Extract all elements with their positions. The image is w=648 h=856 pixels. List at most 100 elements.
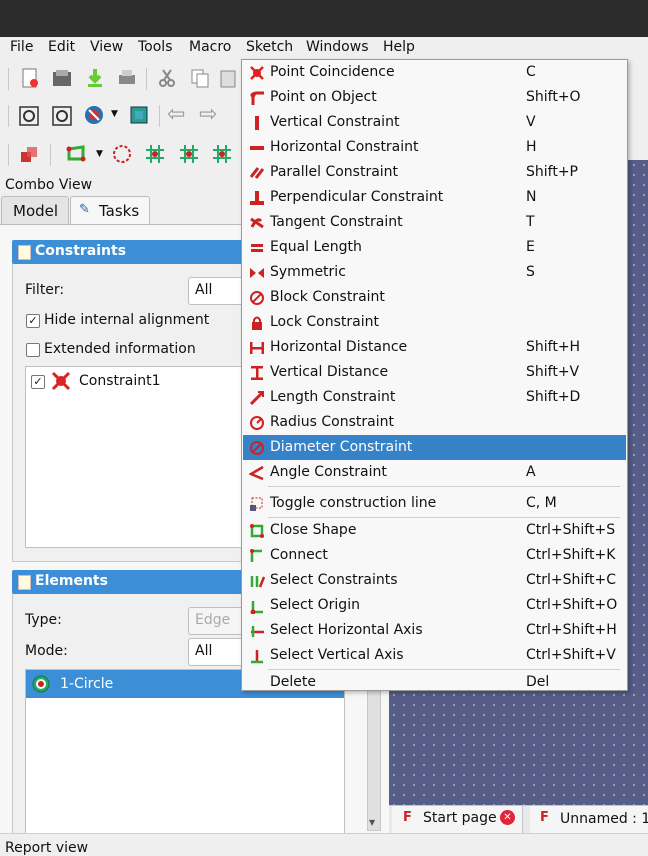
menu-item-shortcut: Shift+V — [526, 364, 580, 380]
menu-item-select-constraints[interactable]: Select Constraints Ctrl+Shift+C — [243, 568, 626, 593]
scroll-down-icon[interactable]: ▼ — [369, 818, 375, 827]
menu-item-point-coincidence[interactable]: Point Coincidence C — [243, 60, 626, 85]
save-icon[interactable] — [84, 67, 106, 89]
constraints-header[interactable]: Constraints — [12, 240, 262, 264]
select-horizontal-axis-icon — [251, 626, 264, 637]
chevron-down-icon[interactable]: ▼ — [111, 109, 118, 119]
polyline-icon[interactable] — [65, 143, 87, 165]
menu-view[interactable]: View — [90, 39, 123, 55]
grid-toggle-icon[interactable] — [211, 143, 233, 165]
document-icon — [18, 245, 31, 260]
menu-tools[interactable]: Tools — [138, 39, 173, 55]
tab-tasks[interactable]: ✎ Tasks — [70, 196, 150, 225]
select-origin-icon — [250, 601, 263, 614]
construction-geometry-icon[interactable] — [111, 143, 133, 165]
menu-item-horizontal-distance[interactable]: Horizontal Distance Shift+H — [243, 335, 626, 360]
window-titlebar — [0, 0, 648, 37]
list-item[interactable]: ✓ Constraint1 — [26, 367, 248, 395]
menu-item-parallel-constraint[interactable]: Parallel Constraint Shift+P — [243, 160, 626, 185]
menu-item-angle-constraint[interactable]: Angle Constraint A — [243, 460, 626, 485]
draw-style-icon[interactable] — [83, 104, 105, 126]
cut-icon[interactable] — [156, 67, 178, 89]
menu-item-shortcut: E — [526, 239, 535, 255]
menu-item-label: Block Constraint — [270, 289, 385, 305]
menu-item-label: Length Constraint — [270, 389, 396, 405]
elements-header-label: Elements — [35, 573, 108, 589]
menu-item-tangent-constraint[interactable]: Tangent Constraint T — [243, 210, 626, 235]
length-constraint-icon — [249, 391, 264, 406]
menu-item-radius-constraint[interactable]: Radius Constraint — [243, 410, 626, 435]
tab-start-page[interactable]: F Start page ✕ — [392, 806, 523, 833]
constraint-visibility-checkbox[interactable]: ✓ — [31, 375, 45, 389]
menu-item-symmetric[interactable]: Symmetric S — [243, 260, 626, 285]
menu-item-shortcut: Ctrl+Shift+S — [526, 522, 616, 538]
constraints-header-label: Constraints — [35, 243, 127, 259]
copy-icon[interactable] — [189, 67, 211, 89]
menu-sketch[interactable]: Sketch — [246, 39, 293, 55]
close-icon[interactable]: ✕ — [500, 810, 515, 825]
menu-item-select-horizontal-axis[interactable]: Select Horizontal Axis Ctrl+Shift+H — [243, 618, 626, 643]
menu-help[interactable]: Help — [383, 39, 415, 55]
menu-item-label: Vertical Distance — [270, 364, 389, 380]
menu-macro[interactable]: Macro — [189, 39, 231, 55]
menu-item-block-constraint[interactable]: Block Constraint — [243, 285, 626, 310]
sketch-view-section-icon[interactable] — [18, 144, 40, 166]
menu-item-close-shape[interactable]: Close Shape Ctrl+Shift+S — [243, 518, 626, 543]
point-coincidence-icon — [51, 371, 71, 391]
chevron-down-icon[interactable]: ▼ — [96, 149, 103, 159]
elements-header[interactable]: Elements — [12, 570, 262, 594]
tab-model[interactable]: Model — [1, 196, 69, 225]
menu-separator — [268, 486, 620, 487]
fit-selection-icon[interactable] — [51, 105, 73, 127]
type-value: Edge — [195, 612, 231, 628]
point-coincidence-icon — [250, 66, 264, 80]
menu-edit[interactable]: Edit — [48, 39, 75, 55]
new-document-icon[interactable] — [19, 67, 41, 89]
constraints-list[interactable]: ✓ Constraint1 — [25, 366, 249, 548]
diameter-constraint-icon — [250, 441, 264, 455]
menu-item-toggle-construction-line[interactable]: Toggle construction line C, M — [243, 491, 626, 516]
hide-internal-checkbox[interactable]: ✓ — [26, 314, 40, 328]
menu-item-shortcut: Ctrl+Shift+O — [526, 597, 618, 613]
circle-edge-icon — [32, 675, 50, 693]
back-arrow-icon[interactable]: ⇦ — [167, 102, 185, 127]
menu-windows[interactable]: Windows — [306, 39, 369, 55]
menu-item-horizontal-constraint[interactable]: Horizontal Constraint H — [243, 135, 626, 160]
grid-snap-icon[interactable] — [144, 143, 166, 165]
menu-item-length-constraint[interactable]: Length Constraint Shift+D — [243, 385, 626, 410]
horizontal-constraint-icon — [250, 146, 264, 150]
menu-item-equal-length[interactable]: Equal Length E — [243, 235, 626, 260]
freecad-logo-icon: F — [540, 810, 549, 825]
fit-all-icon[interactable] — [18, 105, 40, 127]
menu-item-label: Delete — [270, 674, 316, 690]
menu-item-lock-constraint[interactable]: Lock Constraint — [243, 310, 626, 335]
menu-item-vertical-constraint[interactable]: Vertical Constraint V — [243, 110, 626, 135]
menu-item-diameter-constraint[interactable]: Diameter Constraint — [243, 435, 626, 460]
menu-item-point-on-object[interactable]: Point on Object Shift+O — [243, 85, 626, 110]
grid-snap-alt-icon[interactable] — [178, 143, 200, 165]
menu-item-shortcut: C — [526, 64, 536, 80]
print-icon[interactable] — [116, 67, 138, 89]
paste-icon[interactable] — [218, 67, 240, 89]
menu-item-label: Close Shape — [270, 522, 357, 538]
menu-item-delete[interactable]: Delete Del — [243, 670, 626, 695]
menu-item-perpendicular-constraint[interactable]: Perpendicular Constraint N — [243, 185, 626, 210]
extended-info-checkbox[interactable] — [26, 343, 40, 357]
tab-unnamed[interactable]: F Unnamed : 1* — [530, 806, 648, 833]
menu-item-select-origin[interactable]: Select Origin Ctrl+Shift+O — [243, 593, 626, 618]
menu-item-shortcut: Ctrl+Shift+C — [526, 572, 616, 588]
equal-length-icon — [251, 244, 263, 252]
menu-item-shortcut: T — [526, 214, 535, 230]
menu-item-vertical-distance[interactable]: Vertical Distance Shift+V — [243, 360, 626, 385]
report-view-bar: Report view — [0, 833, 648, 856]
forward-arrow-icon[interactable]: ⇨ — [199, 102, 217, 127]
freecad-logo-icon: F — [403, 810, 412, 825]
menu-file[interactable]: File — [10, 39, 33, 55]
menu-bar: File Edit View Tools Macro Sketch Window… — [0, 37, 648, 60]
menu-item-select-vertical-axis[interactable]: Select Vertical Axis Ctrl+Shift+V — [243, 643, 626, 668]
pencil-icon: ✎ — [79, 202, 90, 217]
open-folder-icon[interactable] — [51, 67, 73, 89]
bounding-box-icon[interactable] — [128, 104, 150, 126]
tab-unnamed-label: Unnamed : 1* — [560, 811, 648, 827]
menu-item-connect[interactable]: Connect Ctrl+Shift+K — [243, 543, 626, 568]
